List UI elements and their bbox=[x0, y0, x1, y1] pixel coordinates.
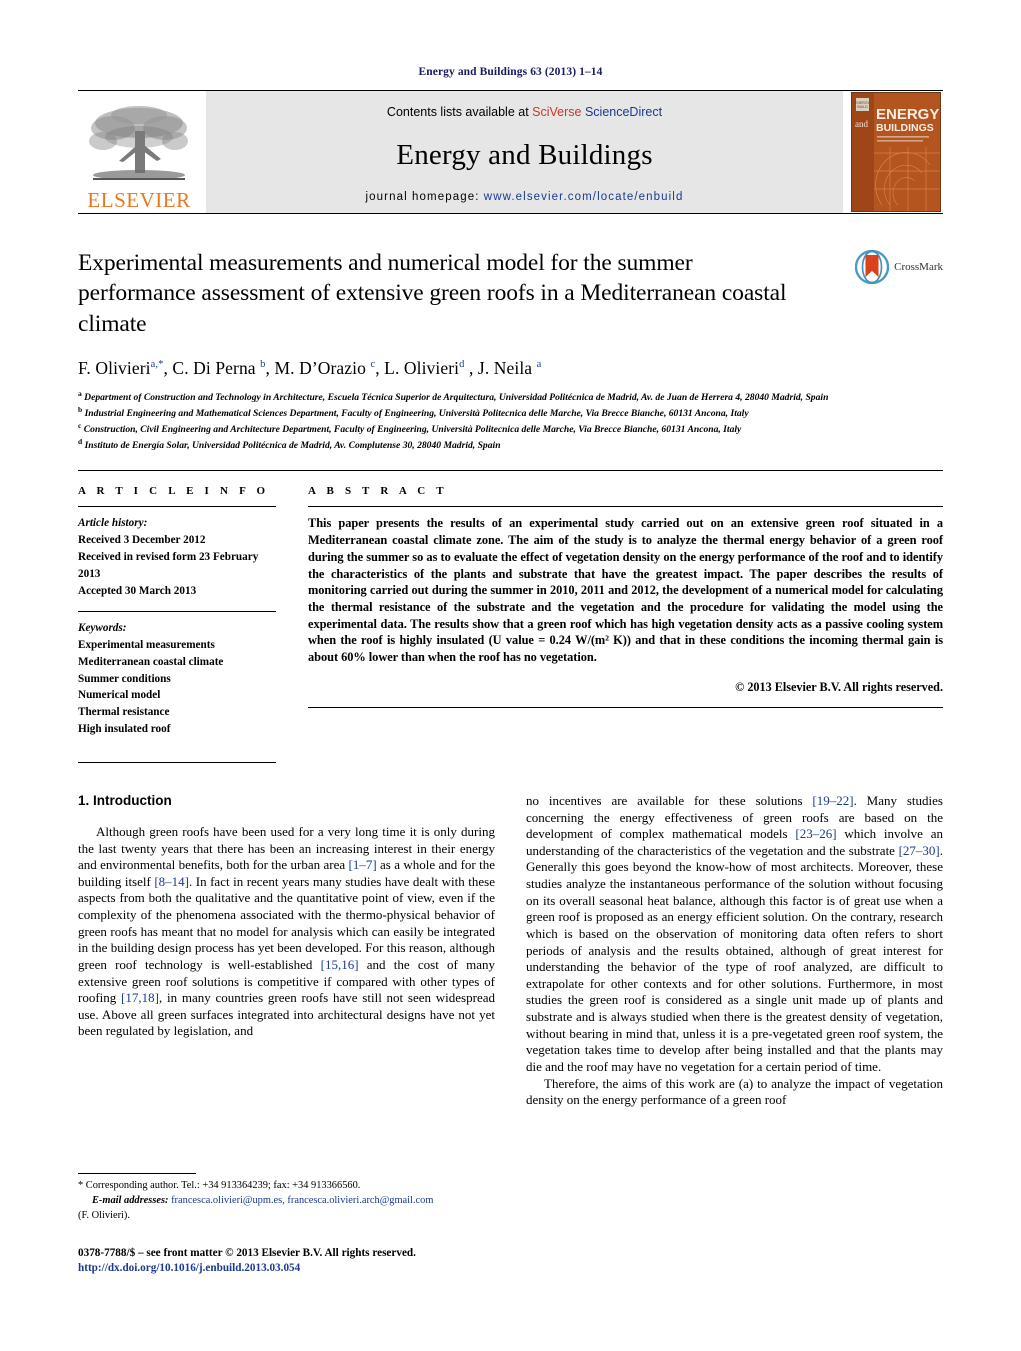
affiliation-b-text: Industrial Engineering and Mathematical … bbox=[84, 408, 749, 420]
keyword-item: Thermal resistance bbox=[78, 706, 170, 719]
elsevier-wordmark: ELSEVIER bbox=[87, 188, 191, 212]
affiliation-a-text: Department of Construction and Technolog… bbox=[84, 392, 829, 404]
keyword-item: Summer conditions bbox=[78, 672, 171, 685]
journal-cover-thumbnail: ENERGY BUILD and ENERGY BUILDINGS bbox=[851, 92, 941, 212]
page-title: Experimental measurements and numerical … bbox=[78, 250, 787, 337]
keywords-top-rule bbox=[78, 611, 276, 613]
keyword-item: Experimental measurements bbox=[78, 639, 215, 652]
contents-prefix: Contents lists available at bbox=[386, 105, 533, 119]
article-info-rule bbox=[78, 506, 276, 508]
svg-text:ENERGY: ENERGY bbox=[876, 106, 939, 123]
svg-text:BUILD: BUILD bbox=[857, 105, 868, 109]
body-right-column: no incentives are available for these so… bbox=[526, 793, 943, 1109]
intro-paragraph-2: no incentives are available for these so… bbox=[526, 792, 943, 1074]
abstract-text: This paper presents the results of an ex… bbox=[308, 516, 943, 665]
email-addresses[interactable]: francesca.olivieri@upm.es, francesca.oli… bbox=[171, 1195, 433, 1206]
info-abstract-top-rule bbox=[78, 470, 943, 472]
running-head: Energy and Buildings 63 (2013) 1–14 bbox=[418, 66, 603, 78]
homepage-url-link[interactable]: www.elsevier.com/locate/enbuild bbox=[484, 191, 684, 203]
abstract-heading: A B S T R A C T bbox=[308, 485, 448, 498]
title-area: Experimental measurements and numerical … bbox=[78, 248, 943, 339]
issn-copyright-block: 0378-7788/$ – see front matter © 2013 El… bbox=[78, 1246, 496, 1277]
paper-page: Energy and Buildings 63 (2013) 1–14 ELSE… bbox=[0, 0, 1021, 1351]
abstract-bottom-rule bbox=[308, 706, 943, 708]
article-info-heading: A R T I C L E I N F O bbox=[78, 485, 270, 498]
email-label: E-mail addresses: bbox=[92, 1195, 169, 1207]
journal-title: Energy and Buildings bbox=[396, 138, 653, 171]
keyword-item: Mediterranean coastal climate bbox=[78, 655, 224, 668]
contents-available-line: Contents lists available at SciVerse Sci… bbox=[387, 105, 662, 119]
citation-ref[interactable]: [27–30] bbox=[899, 843, 940, 858]
citation-ref[interactable]: [23–26] bbox=[795, 826, 836, 841]
svg-text:BUILDINGS: BUILDINGS bbox=[876, 122, 934, 134]
section-heading-introduction: 1. Introduction bbox=[78, 792, 172, 808]
affiliation-b: b Industrial Engineering and Mathematica… bbox=[78, 405, 749, 420]
affiliation-d-text: Instituto de Energía Solar, Universidad … bbox=[84, 440, 501, 452]
intro-paragraph-3: Therefore, the aims of this work are (a)… bbox=[526, 1075, 943, 1108]
sciencedirect-link[interactable]: SciVerse ScienceDirect bbox=[532, 105, 662, 119]
article-info-column: A R T I C L E I N F O Article history: R… bbox=[78, 485, 308, 763]
title-text-block: Experimental measurements and numerical … bbox=[78, 248, 833, 339]
affiliation-c-text: Construction, Civil Engineering and Arch… bbox=[83, 424, 742, 436]
citation-ref[interactable]: [8–14] bbox=[154, 874, 189, 889]
article-history-label: Article history: bbox=[78, 517, 148, 530]
abstract-copyright: © 2013 Elsevier B.V. All rights reserved… bbox=[735, 679, 943, 694]
email-owner: (F. Olivieri). bbox=[78, 1209, 130, 1221]
citation-ref[interactable]: [17,18] bbox=[121, 990, 159, 1005]
keywords-block: Keywords: Experimental measurements Medi… bbox=[78, 620, 276, 738]
sciverse-text: SciVerse bbox=[532, 105, 582, 119]
history-accepted: Accepted 30 March 2013 bbox=[78, 584, 197, 597]
abstract-rule bbox=[308, 506, 943, 508]
journal-cover-cell: ENERGY BUILD and ENERGY BUILDINGS bbox=[849, 91, 943, 213]
affiliation-a: a Department of Construction and Technol… bbox=[78, 388, 829, 404]
intro-paragraph-1: Although green roofs have been used for … bbox=[78, 823, 495, 1039]
footnote-rule bbox=[78, 1173, 196, 1175]
info-abstract-row: A R T I C L E I N F O Article history: R… bbox=[78, 485, 943, 763]
affiliation-c: c Construction, Civil Engineering and Ar… bbox=[78, 421, 742, 436]
crossmark-icon bbox=[855, 250, 890, 284]
keyword-item: Numerical model bbox=[78, 689, 161, 702]
homepage-label: journal homepage: bbox=[365, 191, 480, 203]
history-received: Received 3 December 2012 bbox=[78, 534, 206, 547]
journal-homepage-line: journal homepage: www.elsevier.com/locat… bbox=[366, 191, 684, 203]
body-columns: 1. Introduction Although green roofs hav… bbox=[78, 793, 943, 1109]
header-bottom-rule bbox=[78, 213, 943, 214]
author-list: F. Olivieria,*, C. Di Perna b, M. D’Oraz… bbox=[78, 357, 542, 378]
cover-artwork: ENERGY BUILD and ENERGY BUILDINGS bbox=[852, 93, 940, 211]
abstract-column: A B S T R A C T This paper presents the … bbox=[308, 485, 943, 763]
keywords-label: Keywords: bbox=[78, 622, 127, 635]
history-revised: Received in revised form 23 February 201… bbox=[78, 550, 259, 580]
journal-header-center: Contents lists available at SciVerse Sci… bbox=[206, 91, 843, 213]
crossmark-label: CrossMark bbox=[894, 261, 943, 273]
keywords-bottom-rule bbox=[78, 761, 276, 763]
issn-line: 0378-7788/$ – see front matter © 2013 El… bbox=[78, 1246, 416, 1259]
sciencedirect-text: ScienceDirect bbox=[581, 105, 663, 119]
svg-text:and: and bbox=[855, 119, 868, 129]
corresponding-author-note: * Corresponding author. Tel.: +34 913364… bbox=[78, 1179, 496, 1223]
corresponding-author-text: * Corresponding author. Tel.: +34 913364… bbox=[78, 1180, 361, 1192]
citation-ref[interactable]: [15,16] bbox=[321, 957, 359, 972]
body-left-column: 1. Introduction Although green roofs hav… bbox=[78, 793, 495, 1109]
footnote-block: * Corresponding author. Tel.: +34 913364… bbox=[78, 1173, 496, 1277]
affiliations: a Department of Construction and Technol… bbox=[78, 389, 943, 453]
citation-ref[interactable]: [19–22] bbox=[812, 793, 853, 808]
elsevier-tree-icon bbox=[89, 106, 188, 180]
doi-link[interactable]: http://dx.doi.org/10.1016/j.enbuild.2013… bbox=[78, 1261, 496, 1277]
affiliation-d: d Instituto de Energía Solar, Universida… bbox=[78, 437, 501, 452]
elsevier-logo: ELSEVIER bbox=[78, 91, 200, 213]
keyword-item: High insulated roof bbox=[78, 723, 171, 736]
article-history-block: Article history: Received 3 December 201… bbox=[78, 515, 276, 599]
crossmark-badge[interactable]: CrossMark bbox=[833, 248, 943, 339]
citation-ref[interactable]: [1–7] bbox=[349, 857, 377, 872]
journal-header: ELSEVIER Contents lists available at Sci… bbox=[78, 91, 943, 213]
